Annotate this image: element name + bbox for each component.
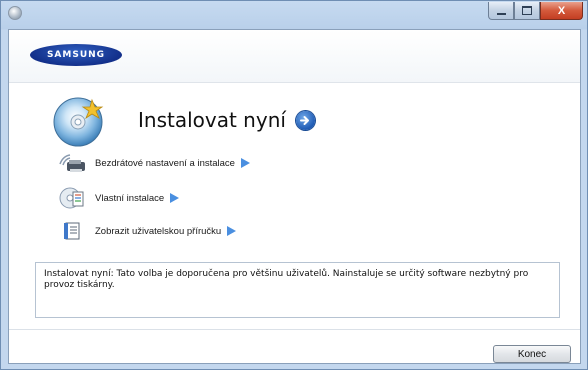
menu-item-custom-install[interactable]: Vlastní instalace [56,186,180,210]
wireless-setup-icon [56,151,88,175]
go-arrow-icon[interactable] [295,110,315,130]
logo-text: SAMSUNG [46,50,106,60]
description-text: Instalovat nyní: Tato volba je doporučen… [44,269,529,290]
installer-content: SAMSUNG Instalovat nyní Bezdrátové nasta… [8,29,581,364]
play-arrow-icon [240,158,250,168]
install-disc-icon [52,92,110,148]
description-box: Instalovat nyní: Tato volba je doporučen… [35,262,560,318]
install-now-option[interactable]: Instalovat nyní [52,92,315,148]
play-arrow-icon [170,193,180,203]
close-icon: X [557,4,566,17]
play-arrow-icon [227,226,237,236]
menu-item-label: Vlastní instalace [95,192,165,204]
minimize-icon [496,12,506,15]
menu-item-wireless-setup[interactable]: Bezdrátové nastavení a instalace [56,151,250,175]
minimize-button[interactable] [488,2,514,20]
exit-button[interactable]: Konec [493,345,571,363]
installer-window: X SAMSUNG Instalovat nyní Bezdrátové nas… [0,0,588,370]
user-guide-icon [56,219,88,243]
header-band: SAMSUNG [9,30,580,83]
app-icon [8,6,22,20]
footer-divider [9,329,580,330]
title-bar[interactable]: X [1,1,587,27]
maximize-icon [522,6,532,15]
menu-item-label: Bezdrátové nastavení a instalace [95,157,235,169]
menu-item-user-guide[interactable]: Zobrazit uživatelskou příručku [56,219,237,243]
custom-install-icon [56,186,88,210]
maximize-button[interactable] [514,2,540,20]
close-window-button[interactable]: X [540,2,583,20]
samsung-logo: SAMSUNG [30,44,122,66]
menu-item-label: Zobrazit uživatelskou příručku [95,225,222,237]
install-now-title[interactable]: Instalovat nyní [138,108,286,132]
exit-button-label: Konec [517,348,547,360]
